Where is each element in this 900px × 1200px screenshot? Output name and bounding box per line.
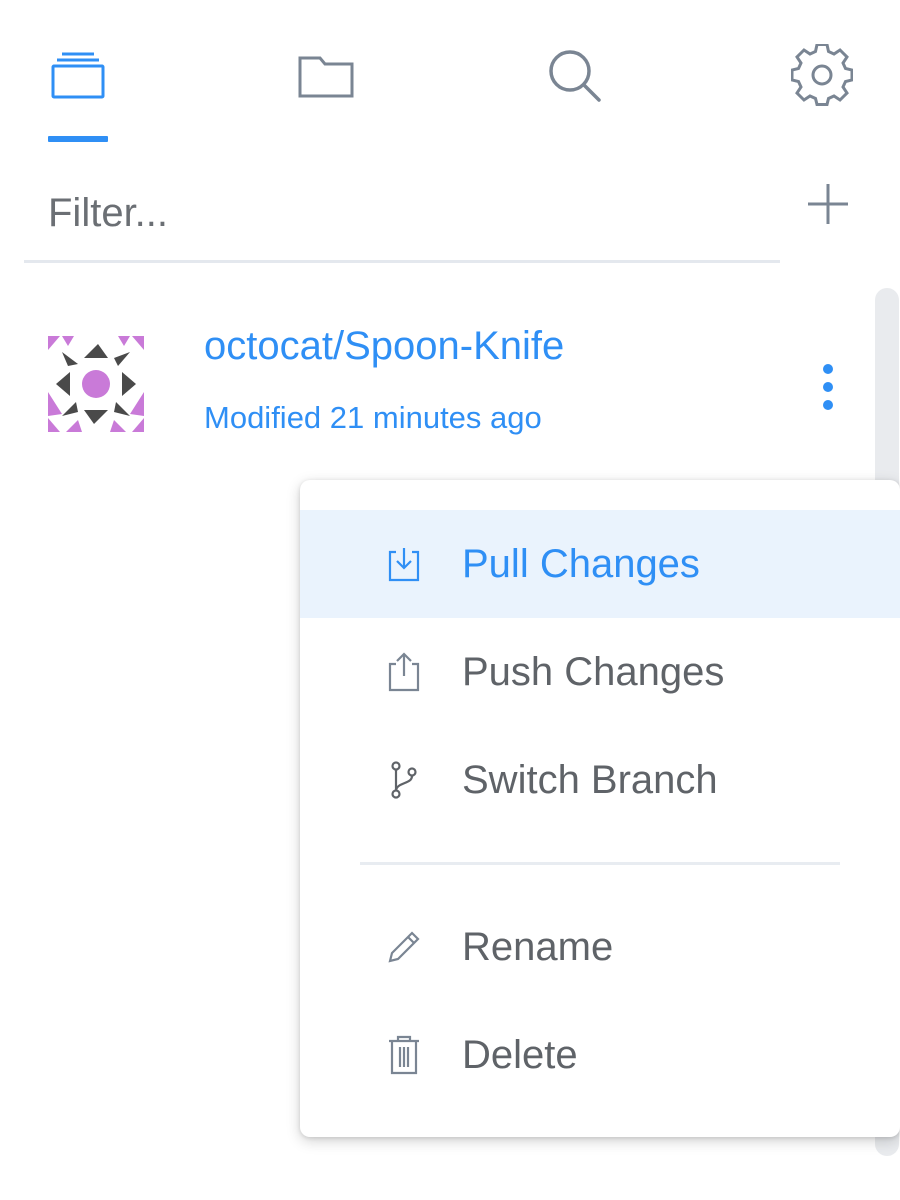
menu-item-pull-changes[interactable]: Pull Changes bbox=[300, 510, 900, 618]
tab-files[interactable] bbox=[291, 40, 361, 110]
trash-icon bbox=[389, 1035, 419, 1075]
menu-item-label: Pull Changes bbox=[462, 541, 700, 586]
tab-search[interactable] bbox=[539, 40, 609, 110]
menu-item-label: Rename bbox=[462, 924, 614, 969]
pull-icon bbox=[388, 548, 420, 582]
menu-item-label: Switch Branch bbox=[462, 757, 718, 802]
repositories-icon bbox=[51, 52, 105, 99]
filter-underline bbox=[24, 260, 780, 263]
menu-item-label: Delete bbox=[462, 1032, 578, 1077]
branch-icon bbox=[391, 761, 417, 799]
kebab-dot bbox=[823, 364, 833, 374]
repository-list-item[interactable]: octocat/Spoon-Knife Modified 21 minutes … bbox=[0, 300, 870, 470]
menu-item-rename[interactable]: Rename bbox=[300, 893, 900, 1001]
repository-context-menu: Pull Changes Push Changes Switch Branch bbox=[300, 480, 900, 1137]
repository-modified-time: Modified 21 minutes ago bbox=[204, 400, 542, 435]
kebab-dot bbox=[823, 400, 833, 410]
kebab-dot bbox=[823, 382, 833, 392]
repository-options-button[interactable] bbox=[808, 360, 848, 414]
folder-icon bbox=[298, 56, 354, 98]
app-window: octocat/Spoon-Knife Modified 21 minutes … bbox=[0, 0, 900, 1200]
menu-item-delete[interactable]: Delete bbox=[300, 1001, 900, 1109]
menu-item-label: Push Changes bbox=[462, 649, 725, 694]
pencil-icon bbox=[388, 931, 420, 963]
tab-settings[interactable] bbox=[787, 40, 857, 110]
gear-icon bbox=[791, 44, 853, 106]
menu-divider bbox=[360, 862, 840, 865]
active-tab-indicator bbox=[48, 136, 108, 142]
filter-input[interactable] bbox=[48, 183, 748, 243]
add-repository-button[interactable] bbox=[800, 176, 856, 232]
search-icon bbox=[549, 50, 601, 102]
repository-avatar bbox=[48, 336, 144, 432]
menu-item-switch-branch[interactable]: Switch Branch bbox=[300, 726, 900, 834]
tab-repositories[interactable] bbox=[43, 40, 113, 110]
plus-icon bbox=[808, 184, 848, 224]
push-icon bbox=[388, 652, 420, 692]
repository-name[interactable]: octocat/Spoon-Knife bbox=[204, 324, 564, 369]
menu-item-push-changes[interactable]: Push Changes bbox=[300, 618, 900, 726]
